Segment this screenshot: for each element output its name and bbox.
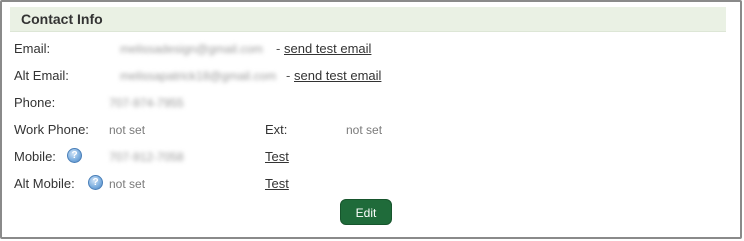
alt-mobile-label: Alt Mobile: (14, 176, 75, 191)
phone-label: Phone: (14, 95, 56, 110)
email-row: Email: melissadesign@gmail.com - send te… (2, 41, 740, 59)
alt-mobile-row: Alt Mobile: ? not set Test (2, 175, 740, 194)
help-icon[interactable]: ? (88, 175, 103, 190)
edit-button[interactable]: Edit (340, 199, 392, 225)
ext-value: not set (346, 123, 383, 137)
ext-label: Ext: (265, 122, 288, 137)
phone-value: 707-974-7955 (109, 96, 184, 110)
test-alt-mobile-link[interactable]: Test (265, 176, 289, 191)
work-phone-row: Work Phone: not set Ext: not set (2, 122, 740, 140)
email-label: Email: (14, 41, 51, 56)
panel-header: Contact Info (10, 7, 726, 32)
alt-email-row: Alt Email: melissapatrick18@gmail.com - … (2, 68, 740, 86)
alt-mobile-value: not set (109, 177, 146, 191)
contact-info-panel: Contact Info Email: melissadesign@gmail.… (0, 0, 742, 239)
alt-email-label: Alt Email: (14, 68, 69, 83)
email-value: melissadesign@gmail.com (120, 42, 263, 56)
mobile-value: 707-912-7058 (109, 150, 184, 164)
send-test-email-link[interactable]: send test email (284, 41, 371, 56)
alt-email-separator: - (286, 68, 291, 83)
email-separator: - (276, 41, 281, 56)
mobile-label: Mobile: (14, 149, 56, 164)
help-icon[interactable]: ? (67, 148, 82, 163)
mobile-row: Mobile: ? 707-912-7058 Test (2, 148, 740, 167)
work-phone-label: Work Phone: (14, 122, 89, 137)
test-mobile-link[interactable]: Test (265, 149, 289, 164)
work-phone-value: not set (109, 123, 146, 137)
phone-row: Phone: 707-974-7955 (2, 95, 740, 113)
panel-title: Contact Info (21, 11, 103, 27)
send-test-alt-email-link[interactable]: send test email (294, 68, 381, 83)
alt-email-value: melissapatrick18@gmail.com (120, 69, 277, 83)
